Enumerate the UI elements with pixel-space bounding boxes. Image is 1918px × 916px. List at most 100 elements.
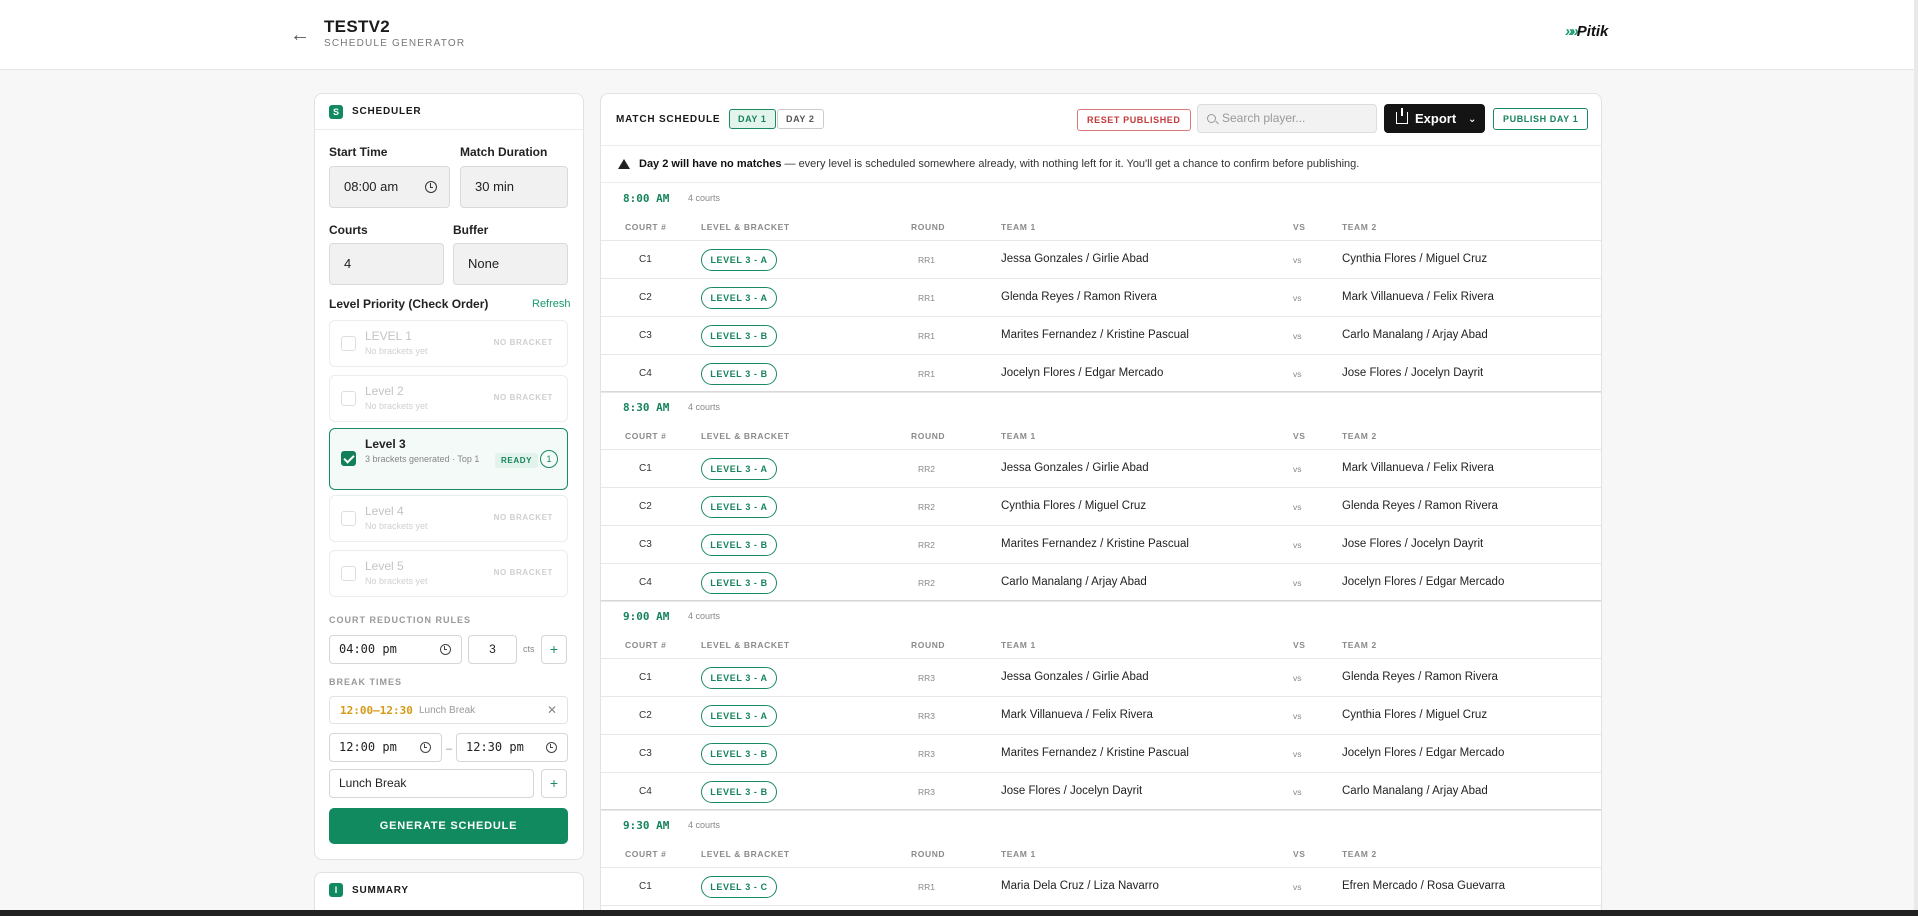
add-break-button[interactable]: + [541, 769, 567, 798]
column-header-vs: VS [1293, 640, 1306, 650]
generate-schedule-button[interactable]: GENERATE SCHEDULE [329, 808, 568, 844]
start-time-input[interactable]: 08:00 am [329, 166, 450, 208]
break-chip: 12:00–12:30 Lunch Break ✕ [329, 696, 568, 724]
page-scrollbar[interactable] [1914, 0, 1918, 916]
cell-round: RR1 [918, 293, 936, 303]
level-2-checkbox[interactable] [341, 391, 356, 406]
clock-icon[interactable] [425, 181, 437, 193]
top-header: ← TESTV2 SCHEDULE GENERATOR »»Pitik [0, 0, 1918, 70]
courts-input[interactable]: 4 [329, 243, 444, 285]
cell-team2: Glenda Reyes / Ramon Rivera [1342, 500, 1498, 512]
buffer-select[interactable]: None [453, 243, 568, 285]
tab-day-1[interactable]: DAY 1 [729, 109, 776, 129]
cell-vs: vs [1293, 293, 1302, 303]
column-header-team2: TEAM 2 [1342, 431, 1377, 441]
cell-court: C3 [639, 748, 652, 759]
cell-team1: Marites Fernandez / Kristine Pascual [1001, 747, 1189, 759]
cell-team2: Cynthia Flores / Miguel Cruz [1342, 253, 1488, 265]
bracket-pill: LEVEL 3 - B [701, 743, 777, 765]
refresh-link[interactable]: Refresh [532, 298, 571, 310]
court-reduction-unit: cts [523, 644, 535, 654]
bracket-pill: LEVEL 3 - A [701, 287, 777, 309]
level-desc: No brackets yet [365, 576, 428, 586]
search-placeholder: Search player... [1222, 111, 1306, 125]
remove-break-icon[interactable]: ✕ [547, 703, 557, 717]
clock-icon[interactable] [440, 644, 451, 655]
column-header-team2: TEAM 2 [1342, 640, 1377, 650]
level-name: Level 3 [365, 437, 406, 451]
bracket-pill: LEVEL 3 - A [701, 667, 777, 689]
match-duration-select[interactable]: 30 min [460, 166, 568, 208]
table-row[interactable]: C4 LEVEL 3 - B RR1 Jocelyn Flores / Edgar M… [601, 355, 1601, 393]
level-item-2[interactable]: Level 2 No brackets yet NO BRACKET [329, 375, 568, 422]
add-court-rule-button[interactable]: + [541, 635, 567, 664]
break-end-input[interactable]: 12:30 pm [456, 733, 568, 762]
cell-team1: Jocelyn Flores / Edgar Mercado [1001, 367, 1164, 379]
cell-court: C1 [639, 254, 652, 265]
courts-label: Courts [329, 223, 368, 237]
level-status-badge: NO BRACKET [493, 568, 553, 577]
column-headers: COURT # LEVEL & BRACKET ROUND TEAM 1 VS TEAM … [601, 631, 1601, 659]
cell-court: C4 [639, 786, 652, 797]
clock-icon[interactable] [420, 742, 431, 753]
break-start-input[interactable]: 12:00 pm [329, 733, 442, 762]
break-start-value: 12:00 pm [339, 740, 397, 754]
cell-team1: Jessa Gonzales / Girlie Abad [1001, 671, 1149, 683]
court-reduction-time-input[interactable]: 04:00 pm [329, 635, 462, 664]
time-slot: 8:00 AM 4 courts COURT # LEVEL & BRACKET ROU… [601, 183, 1601, 393]
cell-round: RR3 [918, 787, 936, 797]
level-item-3[interactable]: Level 3 3 brackets generated · Top 1 REA… [329, 428, 568, 490]
column-header-round: ROUND [911, 431, 946, 441]
export-button[interactable]: Export ⌄ [1384, 104, 1485, 133]
table-row[interactable]: C2 LEVEL 3 - A RR3 Mark Villanueva / Felix … [601, 697, 1601, 735]
search-input[interactable]: Search player... [1197, 104, 1377, 133]
cell-team2: Carlo Manalang / Arjay Abad [1342, 329, 1488, 341]
table-row[interactable]: C3 LEVEL 3 - B RR2 Marites Fernandez / Kris… [601, 526, 1601, 564]
table-row[interactable]: C1 LEVEL 3 - A RR3 Jessa Gonzales / Girlie … [601, 659, 1601, 697]
table-row[interactable]: C3 LEVEL 3 - B RR1 Marites Fernandez / Kris… [601, 317, 1601, 355]
bracket-pill: LEVEL 3 - A [701, 496, 777, 518]
bracket-pill: LEVEL 3 - A [701, 249, 777, 271]
court-reduction-courts-input[interactable]: 3 [468, 635, 517, 664]
table-row[interactable]: C1 LEVEL 3 - A RR2 Jessa Gonzales / Girlie … [601, 450, 1601, 488]
table-row[interactable]: C1 LEVEL 3 - A RR1 Jessa Gonzales / Girlie … [601, 241, 1601, 279]
download-icon [1396, 108, 1408, 124]
bracket-pill: LEVEL 3 - B [701, 363, 777, 385]
cell-vs: vs [1293, 464, 1302, 474]
brand-logo[interactable]: »»Pitik [1565, 23, 1608, 40]
level-4-checkbox[interactable] [341, 511, 356, 526]
cell-court: C1 [639, 463, 652, 474]
level-5-checkbox[interactable] [341, 566, 356, 581]
level-1-checkbox[interactable] [341, 336, 356, 351]
break-name-input[interactable]: Lunch Break [329, 769, 534, 798]
start-time-value: 08:00 am [344, 179, 399, 194]
level-item-4[interactable]: Level 4 No brackets yet NO BRACKET [329, 495, 568, 542]
reset-published-button[interactable]: RESET PUBLISHED [1077, 109, 1191, 131]
cell-team1: Jessa Gonzales / Girlie Abad [1001, 253, 1149, 265]
clock-icon[interactable] [546, 742, 557, 753]
bracket-pill: LEVEL 3 - B [701, 781, 777, 803]
cell-team2: Mark Villanueva / Felix Rivera [1342, 462, 1494, 474]
column-header-level: LEVEL & BRACKET [701, 640, 790, 650]
column-header-court: COURT # [625, 849, 667, 859]
publish-day-button[interactable]: PUBLISH DAY 1 [1493, 108, 1589, 130]
time-slot-header: 8:00 AM 4 courts [601, 183, 1601, 213]
back-arrow-icon[interactable]: ← [290, 24, 312, 46]
level-status-badge: NO BRACKET [493, 393, 553, 402]
cell-team2: Efren Mercado / Rosa Guevarra [1342, 880, 1505, 892]
level-item-5[interactable]: Level 5 No brackets yet NO BRACKET [329, 550, 568, 597]
table-row[interactable]: C2 LEVEL 3 - A RR1 Glenda Reyes / Ramon Riv… [601, 279, 1601, 317]
cell-team1: Glenda Reyes / Ramon Rivera [1001, 291, 1157, 303]
table-row[interactable]: C1 LEVEL 3 - C RR1 Maria Dela Cruz / Liza N… [601, 868, 1601, 906]
table-row[interactable]: C3 LEVEL 3 - B RR3 Marites Fernandez / Kris… [601, 735, 1601, 773]
level-status-badge: NO BRACKET [493, 513, 553, 522]
table-row[interactable]: C2 LEVEL 3 - A RR2 Cynthia Flores / Miguel … [601, 488, 1601, 526]
table-row[interactable]: C4 LEVEL 3 - B RR3 Jose Flores / Jocelyn Da… [601, 773, 1601, 811]
tab-day-2[interactable]: DAY 2 [777, 109, 824, 129]
level-3-checkbox[interactable] [341, 451, 356, 466]
ready-badge: READY [495, 453, 539, 468]
cell-team2: Jocelyn Flores / Edgar Mercado [1342, 747, 1505, 759]
table-row[interactable]: C4 LEVEL 3 - B RR2 Carlo Manalang / Arjay A… [601, 564, 1601, 602]
cell-team1: Jose Flores / Jocelyn Dayrit [1001, 785, 1143, 797]
level-item-1[interactable]: LEVEL 1 No brackets yet NO BRACKET [329, 320, 568, 367]
